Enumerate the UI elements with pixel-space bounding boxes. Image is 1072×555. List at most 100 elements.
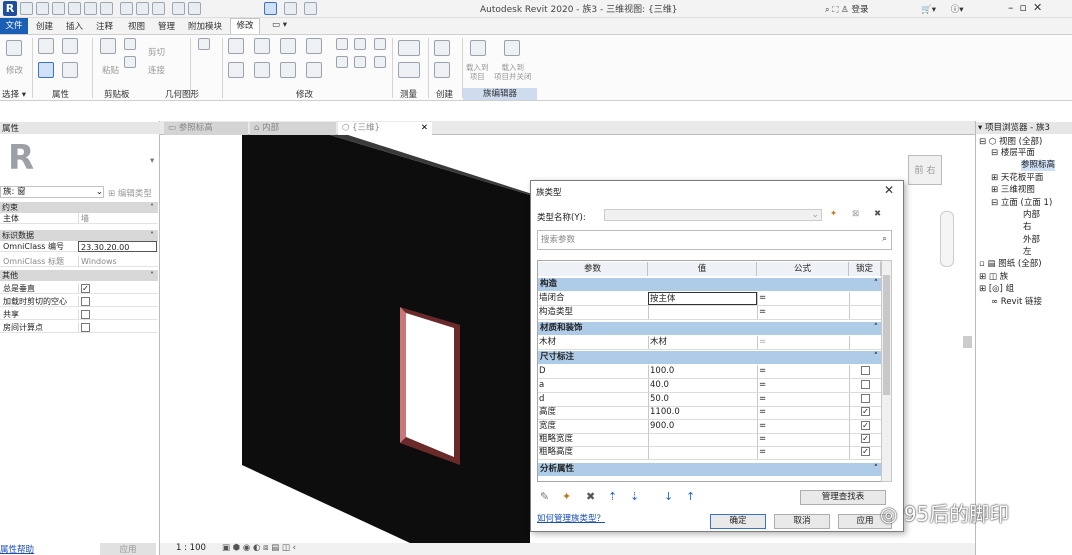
revit-logo[interactable]: R <box>3 1 17 16</box>
edit-type-button[interactable]: ⊞ 编辑类型 <box>108 187 152 199</box>
scale-label[interactable]: 1 : 100 <box>176 543 206 553</box>
delete-icon[interactable] <box>374 56 386 68</box>
property-row[interactable]: OmniClass 标题 Windows <box>0 256 158 267</box>
help-link[interactable]: 如何管理族类型？ <box>537 512 605 524</box>
property-row[interactable]: 主体墙 <box>0 213 158 224</box>
dialog-close-icon[interactable]: ✕ <box>884 183 894 197</box>
user-icon[interactable]: ♙ <box>841 5 851 15</box>
cart-icon[interactable]: 🛒▾ <box>921 5 936 15</box>
cut-with-voids-checkbox[interactable] <box>81 297 90 306</box>
create-group-icon[interactable] <box>434 62 450 78</box>
tab-reference-level[interactable]: ▭ 参照标高 <box>164 122 248 135</box>
parameter-row[interactable]: 构造类型 = <box>538 306 881 320</box>
scrollbar-thumb[interactable] <box>883 275 890 395</box>
sort-ascending-icon[interactable]: ↓ <box>664 490 673 503</box>
measure-icon[interactable] <box>120 2 133 15</box>
property-row[interactable]: 加载时剪切的空心 <box>0 296 158 307</box>
tab-3d-view[interactable]: ⬡ {三维} ✕ <box>338 122 432 135</box>
tree-node[interactable]: 内部 <box>1023 210 1040 221</box>
section-header[interactable]: 尺寸标注 ˄ <box>538 351 881 364</box>
move-up-icon[interactable]: ⇡ <box>608 490 617 503</box>
infocenter-icon[interactable]: ⛶ <box>832 5 841 15</box>
geometry-icon[interactable] <box>198 38 210 50</box>
tab-view[interactable]: 视图 <box>128 20 145 32</box>
tree-node[interactable]: ⊞ 天花板平面 <box>991 173 1043 184</box>
array-icon[interactable] <box>354 38 366 50</box>
always-vertical-checkbox[interactable]: ✓ <box>81 284 90 293</box>
type-dropdown-arrow-icon[interactable]: ▾ <box>150 156 154 166</box>
close-icon[interactable]: ✕ <box>421 122 428 135</box>
window-opening[interactable] <box>406 313 454 457</box>
contextual-tab-icon[interactable]: ▭ ▾ <box>272 20 287 30</box>
move-down-icon[interactable]: ⇣ <box>630 490 639 503</box>
tree-node[interactable]: 参照标高 <box>1021 160 1056 171</box>
lock-checkbox[interactable] <box>861 366 870 375</box>
room-calc-point-checkbox[interactable] <box>81 323 90 332</box>
save-icon[interactable] <box>36 2 49 15</box>
type-properties-icon[interactable] <box>38 38 54 54</box>
copy-icon[interactable] <box>124 56 136 68</box>
apply-button[interactable]: 应用 <box>100 543 156 555</box>
file-tab[interactable]: 文件 <box>0 18 28 34</box>
tag-icon[interactable] <box>136 2 149 15</box>
copy-element-icon[interactable] <box>254 62 270 78</box>
lock-checkbox[interactable] <box>861 394 870 403</box>
create-similar-icon[interactable] <box>434 40 450 56</box>
section-header[interactable]: 分析属性 ˄ <box>538 463 881 476</box>
parameter-row[interactable]: 墙闭合 按主体 = <box>538 292 881 306</box>
viewcube[interactable]: 前 右 <box>908 155 942 185</box>
tree-node[interactable]: ⊟ 立面 (立面 1) <box>991 198 1052 209</box>
family-category-icon[interactable] <box>62 62 78 78</box>
group-select[interactable]: 选择 ▾ <box>2 88 26 100</box>
scale-icon[interactable] <box>336 56 348 68</box>
3d-view-icon[interactable] <box>172 2 185 15</box>
undo-icon[interactable] <box>68 2 81 15</box>
tree-node[interactable]: ⊟ 楼层平面 <box>991 148 1035 159</box>
column-header[interactable]: 锁定 <box>849 262 881 276</box>
load-into-project-label[interactable]: 载入到 项目 <box>466 63 489 81</box>
column-header[interactable]: 值 <box>648 262 757 276</box>
column-header[interactable]: 公式 <box>757 262 849 276</box>
cancel-button[interactable]: 取消 <box>774 514 830 529</box>
group-constraints[interactable]: 约束 ˄ <box>0 202 158 213</box>
window-controls[interactable]: –▫✕ <box>1008 1 1048 14</box>
mirror-draw-icon[interactable] <box>306 38 322 54</box>
type-name-select[interactable]: ⌄ <box>604 209 822 221</box>
tab-addins[interactable]: 附加模块 <box>188 20 222 32</box>
user-area[interactable]: ⌕ ⛶ ♙ 登录 🛒▾ ⓘ▾ <box>825 3 964 15</box>
search-icon[interactable]: ⌕ <box>882 234 887 244</box>
properties-help-link[interactable]: 属性帮助 <box>0 545 34 555</box>
group-other[interactable]: 其他 ˄ <box>0 270 158 281</box>
paste-icon[interactable] <box>100 38 116 54</box>
parameter-row[interactable]: d 50.0 = <box>538 393 881 407</box>
load-close-label[interactable]: 载入到 项目并关闭 <box>494 63 532 81</box>
section-icon[interactable] <box>188 2 201 15</box>
switch-window-icon[interactable] <box>264 2 277 15</box>
ok-button[interactable]: 确定 <box>710 514 766 529</box>
tree-node[interactable]: ⊟ ⬡ 视图 (全部) <box>979 137 1042 148</box>
sign-in-label[interactable]: 登录 <box>851 5 868 15</box>
column-header[interactable]: 参数 <box>538 262 648 276</box>
tab-insert[interactable]: 插入 <box>66 20 83 32</box>
new-type-icon[interactable]: ✦ <box>830 209 837 219</box>
measure-tool-icon[interactable] <box>398 40 420 56</box>
sort-descending-icon[interactable]: ↑ <box>686 490 695 503</box>
property-row[interactable]: 房间计算点 <box>0 322 158 333</box>
help-icon[interactable]: ⓘ▾ <box>951 5 964 15</box>
dimension-icon[interactable] <box>398 62 420 78</box>
parameter-search-input[interactable]: 搜索参数 ⌕ <box>537 230 892 250</box>
load-into-project-icon[interactable] <box>470 40 486 56</box>
property-row[interactable]: 共享 <box>0 309 158 320</box>
customize-qat-icon[interactable] <box>304 2 317 15</box>
tree-node[interactable]: ⊞ [◎] 组 <box>979 284 1014 295</box>
tab-interior[interactable]: ⌂ 内部 <box>250 122 336 135</box>
properties-icon[interactable] <box>38 62 54 78</box>
pin-icon[interactable] <box>354 56 366 68</box>
tab-modify[interactable]: 修改 <box>230 18 260 34</box>
tree-node[interactable]: ⊞ ◫ 族 <box>979 272 1008 283</box>
section-header[interactable]: 构造 ˄ <box>538 278 881 291</box>
tree-node[interactable]: ∞ Revit 链接 <box>991 297 1042 308</box>
move-icon[interactable] <box>228 62 244 78</box>
split-icon[interactable] <box>336 38 348 50</box>
tree-node[interactable]: 右 <box>1023 222 1032 233</box>
